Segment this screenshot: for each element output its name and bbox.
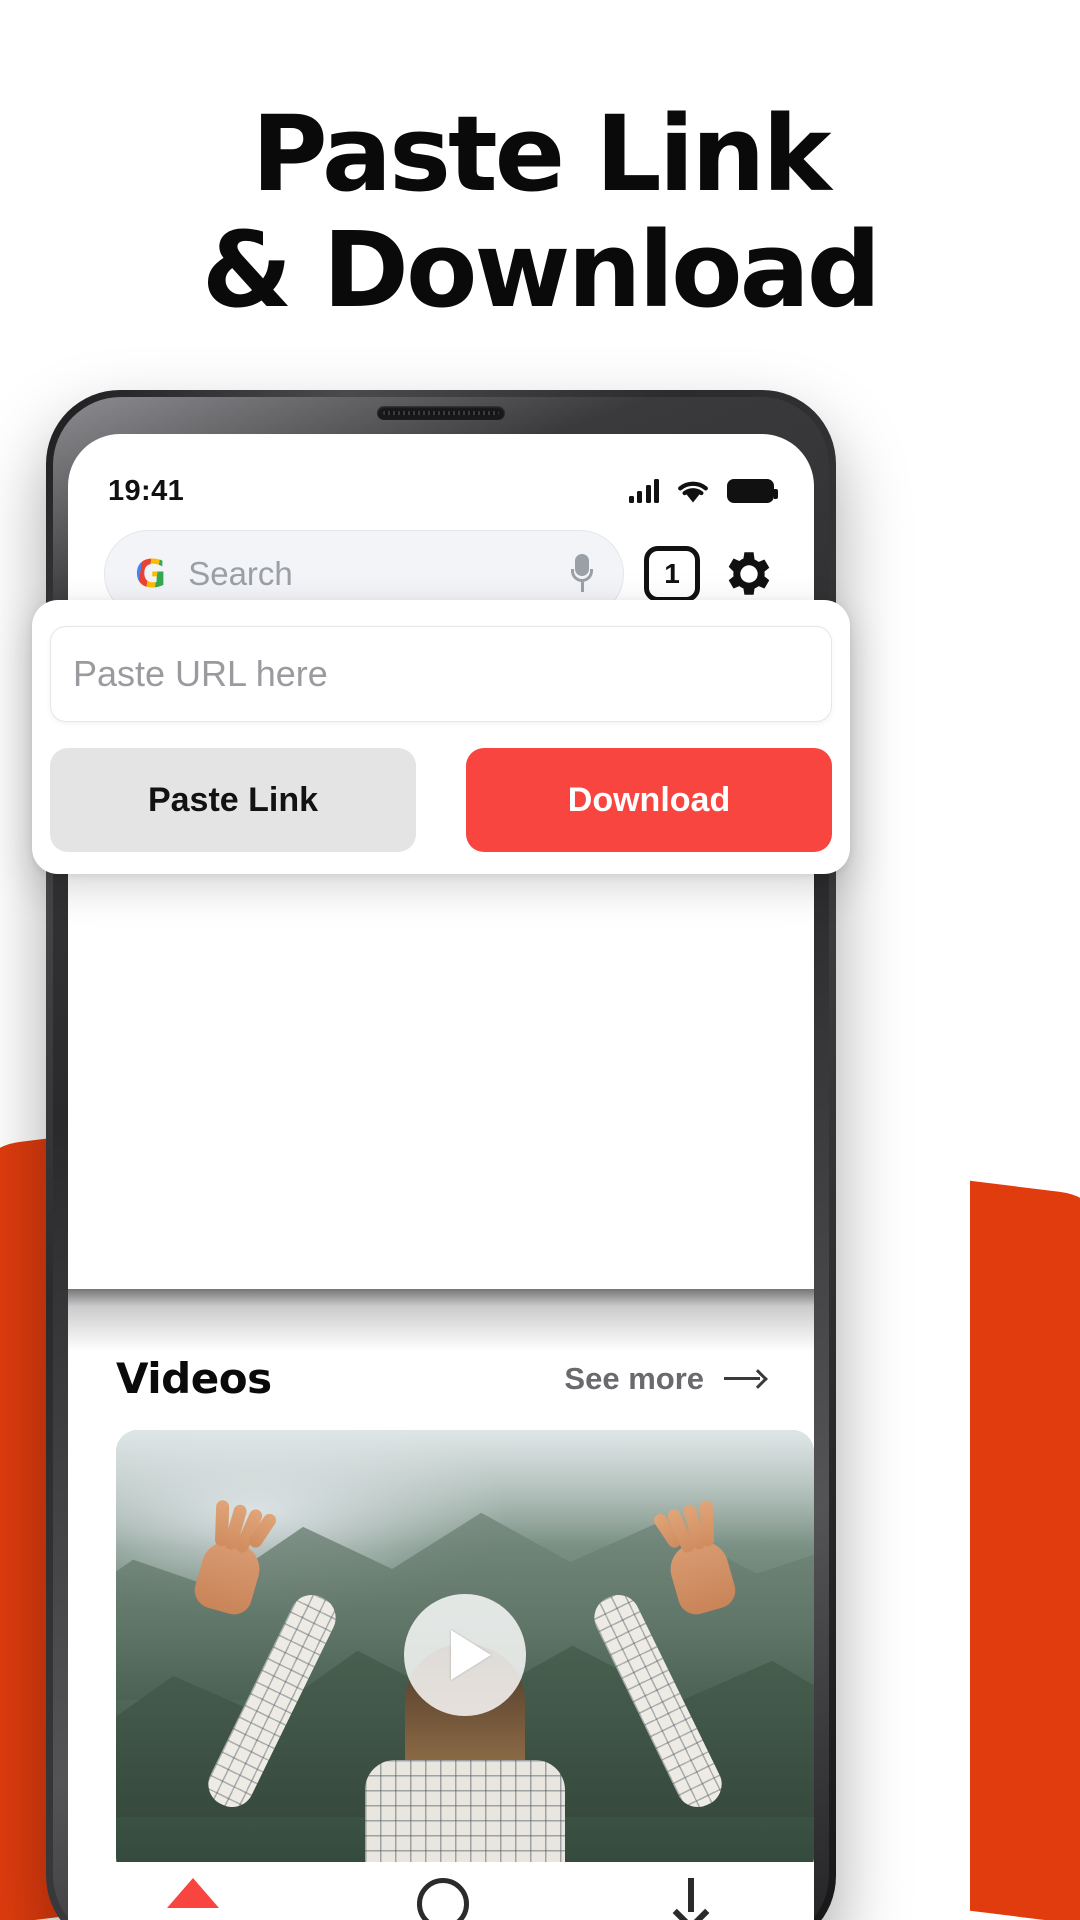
- signal-bars-icon: [628, 479, 659, 503]
- headline-line-1: Paste Link: [251, 93, 831, 215]
- video-thumbnail-1[interactable]: [116, 1430, 814, 1880]
- headline-line-2: & Download: [201, 209, 882, 332]
- tab-count-button[interactable]: 1: [644, 546, 700, 602]
- paste-link-button[interactable]: Paste Link: [50, 748, 416, 852]
- nav-item-home[interactable]: [167, 1878, 219, 1908]
- arrow-right-icon: [724, 1368, 768, 1390]
- play-icon[interactable]: [404, 1594, 526, 1716]
- paste-card-actions: Paste Link Download: [50, 748, 832, 852]
- paste-url-card: Paste URL here Paste Link Download: [32, 600, 850, 874]
- circle-icon: [417, 1878, 469, 1920]
- see-more-button[interactable]: See more: [564, 1360, 768, 1397]
- nav-item-downloads[interactable]: [667, 1878, 715, 1920]
- home-triangle-icon: [167, 1878, 219, 1908]
- search-placeholder: Search: [188, 555, 293, 592]
- earpiece-speaker-icon: [377, 406, 505, 420]
- nav-item-browser[interactable]: [417, 1878, 469, 1920]
- see-more-label: See more: [564, 1360, 704, 1396]
- videos-section-header: Videos See more: [68, 1354, 814, 1403]
- right-orange-accent: [970, 1180, 1080, 1920]
- google-logo-icon: G: [135, 552, 167, 596]
- bottom-navigation-bar: [68, 1862, 814, 1920]
- videos-title: Videos: [116, 1354, 272, 1403]
- url-input[interactable]: Paste URL here: [50, 626, 832, 722]
- page-title: Paste Link & Download: [0, 96, 1080, 329]
- status-bar: 19:41: [68, 464, 814, 518]
- url-input-placeholder: Paste URL here: [73, 653, 328, 694]
- wifi-icon: [678, 481, 708, 503]
- status-time: 19:41: [108, 474, 185, 507]
- gear-icon[interactable]: [720, 545, 778, 603]
- status-icon-group: [628, 478, 778, 504]
- battery-full-icon: [727, 479, 778, 503]
- microphone-icon[interactable]: [571, 554, 593, 594]
- download-arrow-icon: [667, 1878, 715, 1920]
- download-button[interactable]: Download: [466, 748, 832, 852]
- card-drop-shadow: [68, 1289, 814, 1351]
